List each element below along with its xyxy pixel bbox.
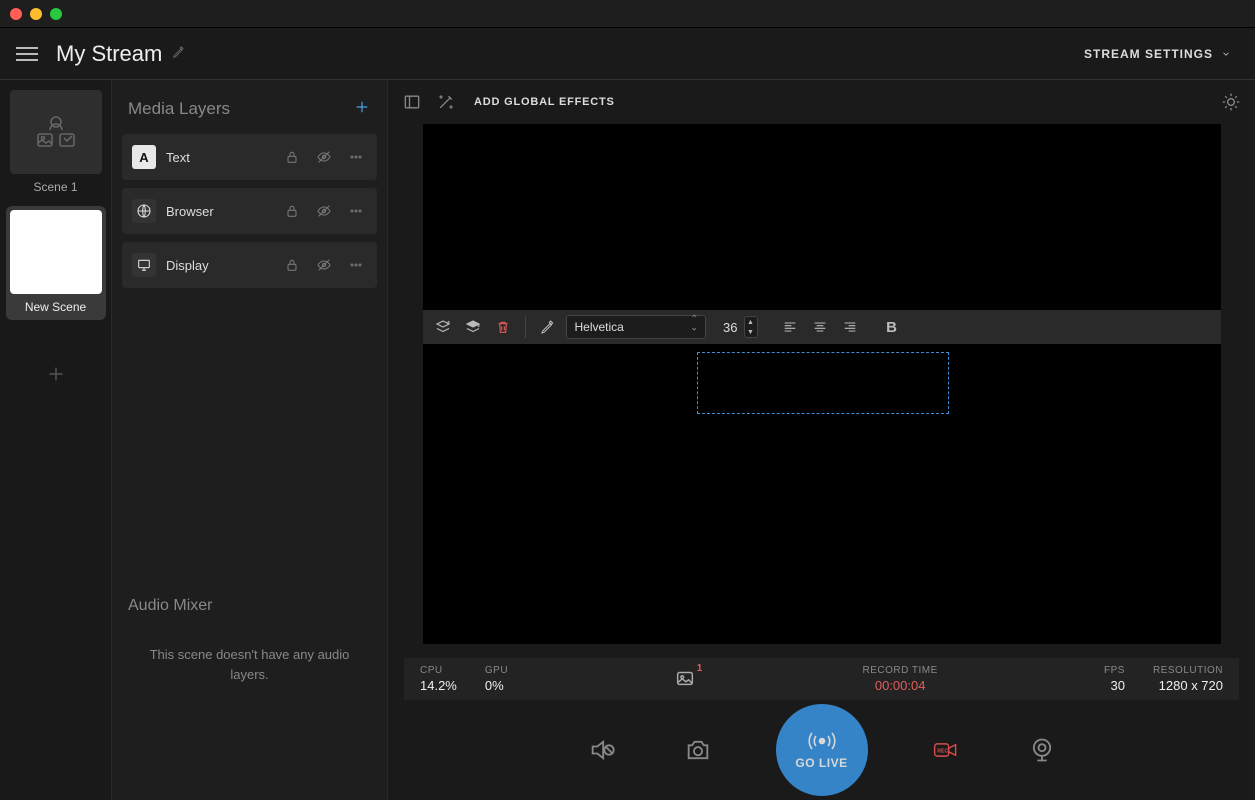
main-layout: Scene 1 New Scene Media Layers A Text (0, 80, 1255, 800)
brightness-icon[interactable] (1221, 92, 1241, 112)
stream-settings-label: STREAM SETTINGS (1084, 47, 1213, 61)
minimize-window-icon[interactable] (30, 8, 42, 20)
snapshot-badge: 1 (697, 663, 703, 674)
audio-mixer-panel: Audio Mixer This scene doesn't have any … (112, 581, 387, 800)
audio-mixer-empty-message: This scene doesn't have any audio layers… (128, 645, 371, 684)
scene-label: New Scene (25, 300, 86, 314)
add-global-effects-button[interactable]: ADD GLOBAL EFFECTS (474, 96, 615, 108)
stream-title: My Stream (56, 41, 162, 67)
layers-list: A Text Browser Display (112, 134, 387, 288)
preview-canvas[interactable]: Helvetica 36 ▲▼ B (423, 124, 1221, 644)
snapshot-icon[interactable]: 1 (674, 667, 696, 692)
align-right-icon[interactable] (838, 315, 862, 339)
record-time-label: RECORD TIME (862, 665, 937, 676)
app-header: My Stream STREAM SETTINGS (0, 28, 1255, 80)
preview-wrap: Helvetica 36 ▲▼ B (388, 124, 1255, 658)
visibility-off-icon[interactable] (313, 254, 335, 276)
layers-header: Media Layers (112, 80, 387, 134)
send-backward-icon[interactable] (461, 315, 485, 339)
layer-name: Browser (166, 204, 271, 219)
scene-card[interactable]: New Scene (6, 206, 106, 320)
mute-button[interactable] (584, 732, 620, 768)
fps-value: 30 (1111, 678, 1125, 693)
gpu-value: 0% (485, 678, 508, 693)
scene-card[interactable]: Scene 1 (10, 90, 102, 194)
lock-icon[interactable] (281, 200, 303, 222)
gpu-label: GPU (485, 665, 508, 676)
bring-forward-icon[interactable] (431, 315, 455, 339)
record-button[interactable]: REC (928, 732, 964, 768)
audio-mixer-title: Audio Mixer (128, 597, 371, 615)
lock-icon[interactable] (281, 146, 303, 168)
resolution-label: RESOLUTION (1153, 665, 1223, 676)
delete-icon[interactable] (491, 315, 515, 339)
chevron-down-icon (1221, 49, 1231, 59)
close-window-icon[interactable] (10, 8, 22, 20)
layer-item-display[interactable]: Display (122, 242, 377, 288)
canvas-toolbar: ADD GLOBAL EFFECTS (388, 80, 1255, 124)
scene-label: Scene 1 (33, 180, 77, 194)
more-icon[interactable] (345, 146, 367, 168)
bottom-controls: GO LIVE REC (388, 700, 1255, 800)
fullscreen-window-icon[interactable] (50, 8, 62, 20)
text-format-toolbar: Helvetica 36 ▲▼ B (423, 310, 1221, 344)
window-titlebar (0, 0, 1255, 28)
svg-text:REC: REC (937, 749, 948, 755)
font-family-value: Helvetica (575, 320, 624, 334)
resolution-stat: RESOLUTION 1280 x 720 (1153, 665, 1223, 693)
resolution-value: 1280 x 720 (1159, 678, 1223, 693)
add-scene-button[interactable] (10, 332, 102, 416)
visibility-off-icon[interactable] (313, 146, 335, 168)
layer-item-text[interactable]: A Text (122, 134, 377, 180)
cpu-stat: CPU 14.2% (420, 665, 457, 693)
separator (525, 316, 526, 338)
cpu-value: 14.2% (420, 678, 457, 693)
edit-icon[interactable] (536, 315, 560, 339)
webcam-button[interactable] (1024, 732, 1060, 768)
lock-icon[interactable] (281, 254, 303, 276)
layers-title: Media Layers (128, 99, 230, 119)
layer-name: Display (166, 258, 271, 273)
cpu-label: CPU (420, 665, 457, 676)
scenes-panel: Scene 1 New Scene (0, 80, 112, 800)
record-time-value: 00:00:04 (875, 678, 926, 693)
magic-wand-icon[interactable] (436, 92, 456, 112)
font-size-value: 36 (712, 320, 738, 335)
go-live-label: GO LIVE (795, 756, 847, 770)
edit-title-icon[interactable] (172, 45, 186, 62)
display-layer-icon (132, 253, 156, 277)
stats-bar: CPU 14.2% GPU 0% 1 RECORD TIME 00:00:04 … (404, 658, 1239, 700)
stream-settings-button[interactable]: STREAM SETTINGS (1076, 43, 1239, 65)
align-center-icon[interactable] (808, 315, 832, 339)
layer-name: Text (166, 150, 271, 165)
text-layer-selection[interactable] (697, 352, 949, 414)
visibility-off-icon[interactable] (313, 200, 335, 222)
go-live-button[interactable]: GO LIVE (776, 704, 868, 796)
text-layer-icon: A (132, 145, 156, 169)
more-icon[interactable] (345, 200, 367, 222)
browser-layer-icon (132, 199, 156, 223)
more-icon[interactable] (345, 254, 367, 276)
scene-thumbnail (10, 90, 102, 174)
layers-panel: Media Layers A Text Browser (112, 80, 388, 800)
menu-button[interactable] (16, 43, 38, 65)
add-layer-button[interactable] (353, 96, 371, 122)
record-time-stat: RECORD TIME 00:00:04 (862, 665, 937, 693)
screenshot-button[interactable] (680, 732, 716, 768)
gpu-stat: GPU 0% (485, 665, 508, 693)
font-size-stepper[interactable]: ▲▼ (744, 316, 758, 338)
bold-button[interactable]: B (880, 319, 904, 336)
fps-label: FPS (1104, 665, 1125, 676)
fps-stat: FPS 30 (1104, 665, 1125, 693)
panel-layout-icon[interactable] (402, 92, 422, 112)
align-left-icon[interactable] (778, 315, 802, 339)
preview-panel: ADD GLOBAL EFFECTS Helvetica 36 ▲▼ (388, 80, 1255, 800)
font-family-select[interactable]: Helvetica (566, 315, 706, 339)
scene-thumbnail (10, 210, 102, 294)
layer-item-browser[interactable]: Browser (122, 188, 377, 234)
